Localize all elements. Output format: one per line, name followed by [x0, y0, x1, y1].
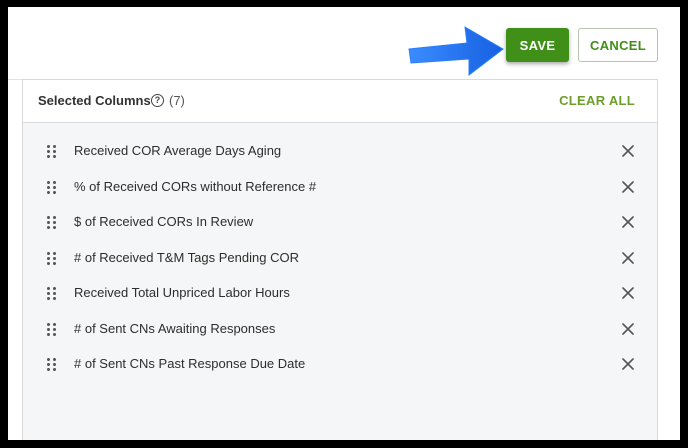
- drag-handle-icon[interactable]: [47, 145, 56, 158]
- close-icon[interactable]: [622, 287, 634, 299]
- list-item[interactable]: # of Sent CNs Awaiting Responses: [23, 312, 657, 348]
- close-icon[interactable]: [622, 322, 634, 335]
- column-label: # of Received T&M Tags Pending COR: [74, 249, 299, 265]
- close-icon[interactable]: [622, 251, 634, 264]
- selected-columns-list-area: Received COR Average Days Aging % of Rece…: [23, 123, 657, 440]
- close-icon[interactable]: [622, 180, 634, 193]
- list-item[interactable]: # of Received T&M Tags Pending COR: [23, 241, 657, 277]
- clear-all-button[interactable]: CLEAR ALL: [559, 93, 635, 108]
- panel-title: Selected Columns: [38, 93, 151, 108]
- selected-columns-list: Received COR Average Days Aging % of Rece…: [23, 134, 657, 383]
- drag-handle-icon[interactable]: [47, 287, 56, 300]
- question-circle-icon[interactable]: ?: [151, 94, 164, 107]
- pointer-arrow-icon: [408, 26, 504, 77]
- list-item[interactable]: Received COR Average Days Aging: [23, 134, 657, 170]
- column-label: Received COR Average Days Aging: [74, 143, 282, 158]
- close-icon[interactable]: [622, 216, 634, 228]
- panel-header: Selected Columns ? (7) CLEAR ALL: [23, 80, 657, 123]
- top-bar: SAVE CANCEL: [8, 7, 680, 79]
- drag-handle-icon[interactable]: [47, 216, 56, 229]
- column-label: % of Received CORs without Reference #: [74, 178, 317, 194]
- list-item[interactable]: % of Received CORs without Reference #: [23, 170, 657, 206]
- list-item[interactable]: # of Sent CNs Past Response Due Date: [23, 347, 657, 383]
- dialog-frame: SAVE CANCEL Selected Columns ? (7) CLEAR…: [8, 7, 680, 440]
- list-item[interactable]: Received Total Unpriced Labor Hours: [23, 276, 657, 312]
- left-divider: [8, 79, 22, 440]
- selected-columns-panel: Selected Columns ? (7) CLEAR ALL Receive…: [22, 79, 658, 440]
- drag-handle-icon[interactable]: [47, 180, 56, 194]
- drag-handle-icon[interactable]: [47, 358, 56, 371]
- column-label: $ of Received CORs In Review: [74, 214, 254, 229]
- close-icon[interactable]: [622, 145, 634, 157]
- column-label: # of Sent CNs Past Response Due Date: [74, 356, 306, 371]
- selected-count: (7): [169, 93, 185, 108]
- drag-handle-icon[interactable]: [47, 322, 56, 336]
- cancel-button[interactable]: CANCEL: [578, 28, 658, 62]
- list-item[interactable]: $ of Received CORs In Review: [23, 205, 657, 241]
- column-label: Received Total Unpriced Labor Hours: [74, 285, 290, 300]
- drag-handle-icon[interactable]: [47, 251, 56, 265]
- save-button[interactable]: SAVE: [506, 28, 569, 62]
- close-icon[interactable]: [622, 358, 634, 370]
- column-label: # of Sent CNs Awaiting Responses: [74, 320, 276, 336]
